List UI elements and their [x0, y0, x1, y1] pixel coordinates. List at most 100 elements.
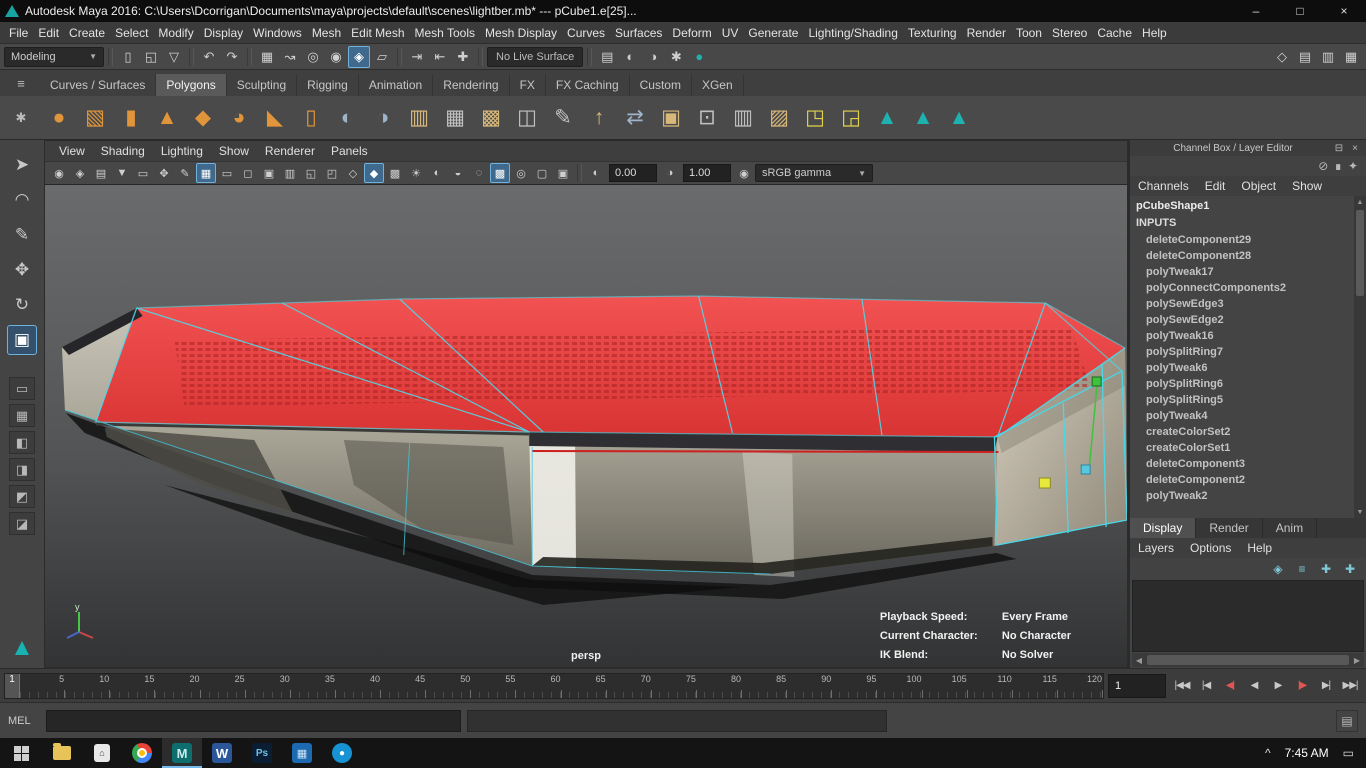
menu-item[interactable]: File — [4, 22, 33, 43]
textured-icon[interactable]: ▩ — [385, 163, 405, 183]
render-current-frame-icon[interactable]: ◐ — [619, 46, 641, 68]
mel-input[interactable] — [46, 710, 461, 732]
snap-to-grid-icon[interactable]: ▦ — [256, 46, 278, 68]
channel-box-menu-item[interactable]: Edit — [1197, 179, 1234, 193]
shadows-icon[interactable]: ◐ — [427, 163, 447, 183]
store-icon[interactable]: ⌂ — [82, 738, 122, 768]
viewport-menu-item[interactable]: Show — [211, 144, 257, 158]
input-node-item[interactable]: deleteComponent28 — [1134, 250, 1354, 266]
extrude-icon[interactable]: ↑ — [582, 101, 616, 135]
viewport-menu-item[interactable]: Lighting — [153, 144, 211, 158]
quad-draw-icon[interactable]: ✎ — [546, 101, 580, 135]
select-layer-objects-icon[interactable]: ◈ — [1268, 561, 1288, 578]
layer-h-scrollbar[interactable]: ◀ ▶ — [1132, 653, 1364, 667]
dock-panel-icon[interactable]: ⊟ — [1332, 141, 1346, 155]
colorspace-icon[interactable]: ◉ — [734, 163, 754, 183]
chrome-icon[interactable] — [122, 738, 162, 768]
step-forward-key-button[interactable]: ▶| — [1314, 674, 1338, 698]
viewport-menu-item[interactable]: Panels — [323, 144, 376, 158]
menu-item[interactable]: Lighting/Shading — [803, 22, 902, 43]
menu-set-dropdown[interactable]: Modeling ▼ — [4, 47, 104, 67]
poly-cube-icon[interactable]: ▧ — [78, 101, 112, 135]
shelf-tab[interactable]: Curves / Surfaces — [40, 74, 156, 96]
resolution-gate-icon[interactable]: ◻ — [238, 163, 258, 183]
open-scene-icon[interactable]: ◱ — [140, 46, 162, 68]
select-tool[interactable]: ➤ — [7, 150, 37, 180]
layer-attributes-icon[interactable]: ≡ — [1292, 561, 1312, 578]
menu-item[interactable]: UV — [717, 22, 744, 43]
input-node-item[interactable]: polySewEdge2 — [1134, 314, 1354, 330]
render-view-icon[interactable]: ▤ — [596, 46, 618, 68]
layer-editor-tab[interactable]: Render — [1196, 518, 1262, 538]
layer-editor-menu-item[interactable]: Help — [1239, 541, 1280, 555]
channel-lock-icon[interactable]: ∎ — [1334, 159, 1342, 173]
input-node-item[interactable]: deleteComponent3 — [1134, 458, 1354, 474]
menu-item[interactable]: Toon — [1011, 22, 1047, 43]
bevel-icon[interactable]: ▣ — [654, 101, 688, 135]
rotate-tool[interactable]: ↻ — [7, 290, 37, 320]
input-node-item[interactable]: deleteComponent2 — [1134, 474, 1354, 490]
menu-item[interactable]: Mesh — [307, 22, 346, 43]
menu-item[interactable]: Mesh Display — [480, 22, 562, 43]
photoshop-icon[interactable]: Ps — [242, 738, 282, 768]
lattice-icon[interactable]: ▦ — [438, 101, 472, 135]
action-center-icon[interactable]: ▭ — [1343, 746, 1354, 760]
menu-item[interactable]: Windows — [248, 22, 307, 43]
menu-item[interactable]: Create — [64, 22, 110, 43]
safe-action-icon[interactable]: ◱ — [301, 163, 321, 183]
shelf-menu-icon[interactable]: ≡ — [2, 76, 40, 91]
input-node-item[interactable]: polySplitRing7 — [1134, 346, 1354, 362]
input-node-item[interactable]: polyTweak4 — [1134, 410, 1354, 426]
connect-components-icon[interactable]: ⇄ — [618, 101, 652, 135]
app-window-icon[interactable]: ▦ — [282, 738, 322, 768]
manip-handle-green[interactable] — [1092, 377, 1101, 386]
field-chart-icon[interactable]: ▥ — [280, 163, 300, 183]
scroll-down-icon[interactable]: ▼ — [1357, 506, 1364, 518]
scroll-up-icon[interactable]: ▲ — [1357, 196, 1364, 208]
manip-handle-yellow[interactable] — [1039, 478, 1050, 488]
exposure-field[interactable]: 0.00 — [609, 164, 657, 182]
input-node-item[interactable]: polySplitRing5 — [1134, 394, 1354, 410]
film-gate-icon[interactable]: ▭ — [217, 163, 237, 183]
smooth-mesh-icon[interactable]: ◑ — [366, 101, 400, 135]
new-layer-from-selected-icon[interactable]: ✚ — [1340, 561, 1360, 578]
h-scrollbar-thumb[interactable] — [1147, 655, 1349, 665]
shelf-tab[interactable]: Animation — [359, 74, 433, 96]
viewport-menu-item[interactable]: Renderer — [257, 144, 323, 158]
bookmarks-icon[interactable]: ▼ — [112, 163, 132, 183]
channel-settings-icon[interactable]: ✦ — [1348, 159, 1358, 173]
input-node-item[interactable]: createColorSet2 — [1134, 426, 1354, 442]
camera-attributes-icon[interactable]: ▤ — [91, 163, 111, 183]
input-node-item[interactable]: polyConnectComponents2 — [1134, 282, 1354, 298]
menu-item[interactable]: Texturing — [903, 22, 962, 43]
menu-item[interactable]: Generate — [743, 22, 803, 43]
viewport-canvas[interactable]: y Playback Speed: Every Frame Current Ch… — [45, 185, 1127, 667]
channel-box-toggle-icon[interactable]: ▦ — [1340, 46, 1362, 68]
single-pane-layout-button[interactable]: ▭ — [9, 377, 35, 400]
lasso-select-tool[interactable]: ◠ — [7, 185, 37, 215]
move-tool[interactable]: ✥ — [7, 255, 37, 285]
new-scene-icon[interactable]: ▯ — [117, 46, 139, 68]
scroll-left-icon[interactable]: ◀ — [1132, 656, 1146, 665]
go-to-end-button[interactable]: ▶▶| — [1338, 674, 1362, 698]
render-ball-icon[interactable]: ● — [688, 46, 710, 68]
outliner-persp-layout-button[interactable]: ◨ — [9, 458, 35, 481]
ipr-render-icon[interactable]: ◑ — [642, 46, 664, 68]
layer-editor-menu-item[interactable]: Layers — [1130, 541, 1182, 555]
word-icon[interactable]: W — [202, 738, 242, 768]
undo-icon[interactable]: ↶ — [198, 46, 220, 68]
input-node-item[interactable]: polyTweak6 — [1134, 362, 1354, 378]
current-frame-marker[interactable]: 1 — [5, 674, 20, 698]
menu-item[interactable]: Edit Mesh — [346, 22, 409, 43]
select-camera-icon[interactable]: ◉ — [49, 163, 69, 183]
boolean-icon[interactable]: ▨ — [762, 101, 796, 135]
menu-item[interactable]: Cache — [1092, 22, 1137, 43]
colorspace-dropdown[interactable]: sRGB gamma ▼ — [755, 164, 873, 182]
start-button[interactable] — [0, 738, 42, 768]
poly-helix-icon[interactable]: ◕ — [222, 101, 256, 135]
snap-to-point-icon[interactable]: ◎ — [302, 46, 324, 68]
shelf-tab[interactable]: Polygons — [156, 74, 226, 96]
lock-camera-icon[interactable]: ◈ — [70, 163, 90, 183]
mirror-geometry-icon[interactable]: ◫ — [510, 101, 544, 135]
pan-zoom-icon[interactable]: ✥ — [154, 163, 174, 183]
